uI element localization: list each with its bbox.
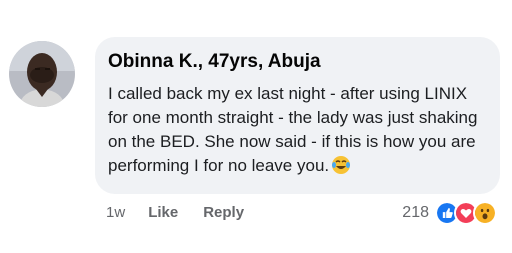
reactions-summary[interactable]: 218 <box>402 201 497 225</box>
comment-actions: 1w Like Reply <box>106 204 269 221</box>
comment: Obinna K., 47yrs, Abuja I called back my… <box>0 0 512 253</box>
like-button[interactable]: Like <box>148 204 178 221</box>
timestamp[interactable]: 1w <box>106 204 125 221</box>
author-name[interactable]: Obinna K., 47yrs, Abuja <box>108 51 321 73</box>
comment-body: I called back my ex last night - after u… <box>108 84 478 175</box>
avatar-image <box>9 41 75 107</box>
reaction-count: 218 <box>402 204 429 221</box>
comment-text: I called back my ex last night - after u… <box>108 82 488 178</box>
reply-button[interactable]: Reply <box>203 204 244 221</box>
tears-of-joy-emoji-icon <box>332 156 351 174</box>
wow-icon <box>473 201 497 225</box>
comment-bubble: Obinna K., 47yrs, Abuja I called back my… <box>95 37 500 194</box>
avatar[interactable] <box>9 41 75 107</box>
